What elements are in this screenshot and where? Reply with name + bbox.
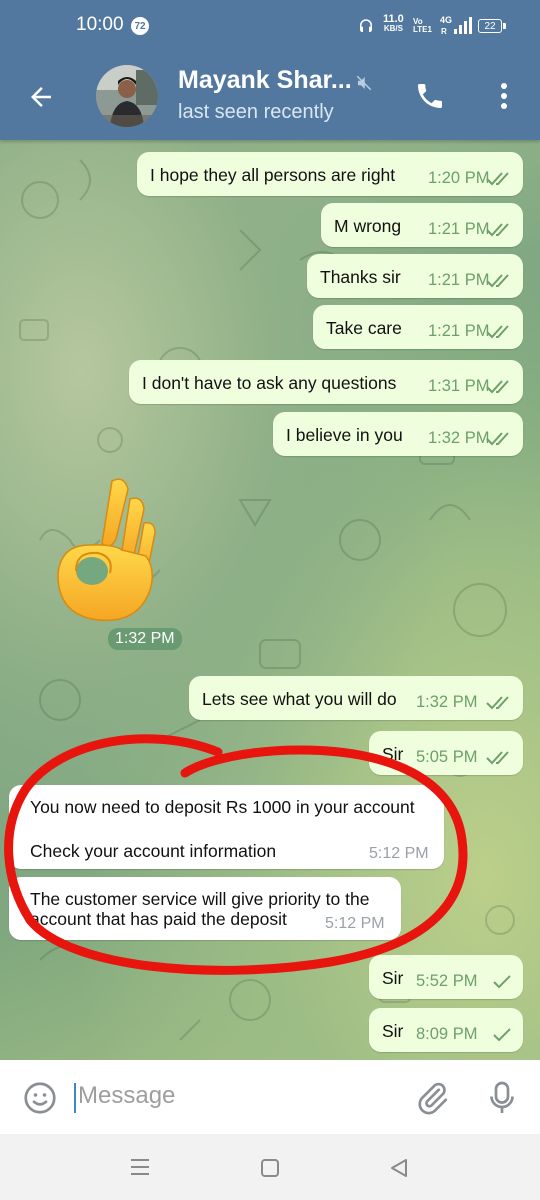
message-bubble-outgoing[interactable]: I hope they all persons are right 1:20 P… [137,152,523,196]
message-text-line1: You now need to deposit Rs 1000 in your … [30,797,415,817]
signal-icon: 4G R [440,15,472,36]
double-check-icon [486,172,509,186]
emoji-smile-icon[interactable] [22,1080,58,1116]
net-speed-value: 11.0 [383,13,404,25]
status-time: 10:00 [76,14,124,35]
message-text-line2: Check your account information [30,841,277,861]
volte-indicator: Vo LTE1 [413,18,432,34]
check-icon [493,975,511,989]
message-text: I don't have to ask any questions [142,373,397,393]
message-bubble-outgoing[interactable]: Sir 5:05 PM [369,731,523,775]
message-text: Lets see what you will do [202,689,397,709]
net-speed-unit: KB/S [383,24,403,33]
double-check-icon [486,432,509,446]
message-time: 5:12 PM [325,915,385,932]
message-text: I believe in you [286,425,403,445]
message-text-line1: The customer service will give priority … [30,889,370,909]
svg-text:R: R [441,27,447,36]
message-bubble-incoming[interactable]: The customer service will give priority … [9,877,401,940]
double-check-icon [486,696,509,710]
message-text: Sir [382,744,404,764]
message-bubble-outgoing[interactable]: Sir 5:52 PM [369,955,523,999]
chat-header: Mayank Shar... last seen recently [0,52,540,140]
message-time: 1:21 PM [428,271,490,289]
recent-apps-icon[interactable] [129,1158,151,1176]
message-time: 1:20 PM [428,169,490,187]
microphone-icon[interactable] [487,1080,517,1116]
more-vert-icon[interactable] [494,80,514,112]
back-arrow-icon[interactable] [26,82,56,112]
net-speed: 11.0 KB/S [383,13,404,34]
message-text-line2: account that has paid the deposit [30,909,287,929]
message-time: 5:52 PM [416,972,478,990]
avatar[interactable] [96,65,158,127]
message-time: 5:05 PM [416,748,478,766]
chat-area[interactable]: I hope they all persons are right 1:20 P… [0,140,540,1060]
message-text: M wrong [334,216,402,236]
check-icon [493,1028,511,1042]
home-icon[interactable] [260,1158,280,1178]
message-bubble-incoming[interactable]: You now need to deposit Rs 1000 in your … [9,785,444,869]
message-text: Sir [382,1021,404,1041]
network-type: 4G [440,15,452,25]
double-check-icon [486,380,509,394]
system-nav-bar [0,1134,540,1200]
headset-icon [360,19,372,32]
battery-indicator: 22 [478,19,506,33]
message-text: Thanks sir [320,267,401,287]
mute-icon [356,75,372,91]
message-input[interactable] [78,1082,358,1110]
phone-icon[interactable] [414,80,446,112]
last-seen-status: last seen recently [178,101,334,123]
volte-line2: LTE1 [413,25,432,34]
message-bubble-outgoing[interactable]: Thanks sir 1:21 PM [307,254,523,298]
message-time: 1:32 PM [428,429,490,447]
message-time: 5:12 PM [369,845,429,862]
message-time: 1:21 PM [428,220,490,238]
message-text: I hope they all persons are right [150,165,396,185]
message-input-bar [0,1060,540,1134]
ok-hand-emoji[interactable] [50,475,160,625]
message-bubble-outgoing[interactable]: Take care 1:21 PM [313,305,523,349]
message-text: Sir [382,968,404,988]
double-check-icon [486,325,509,339]
text-cursor [74,1083,76,1113]
double-check-icon [486,223,509,237]
message-bubble-outgoing[interactable]: Lets see what you will do 1:32 PM [189,676,523,720]
contact-name[interactable]: Mayank Shar... [178,66,352,95]
status-bar: 10:00 72 11.0 KB/S Vo LTE1 4G R 22 [0,0,540,52]
notification-badge: 72 [131,17,149,35]
message-bubble-outgoing[interactable]: Sir 8:09 PM [369,1008,523,1052]
double-check-icon [486,274,509,288]
message-time: 1:21 PM [428,322,490,340]
message-text: Take care [326,318,402,338]
message-bubble-outgoing[interactable]: I believe in you 1:32 PM [273,412,523,456]
sticker-time: 1:32 PM [108,628,182,650]
message-time: 1:31 PM [428,377,490,395]
message-bubble-outgoing[interactable]: I don't have to ask any questions 1:31 P… [129,360,523,404]
message-time: 8:09 PM [416,1025,478,1043]
message-time: 1:32 PM [416,693,478,711]
double-check-icon [486,751,509,765]
attach-paperclip-icon[interactable] [414,1080,450,1116]
message-bubble-outgoing[interactable]: M wrong 1:21 PM [321,203,523,247]
back-triangle-icon[interactable] [388,1157,410,1179]
